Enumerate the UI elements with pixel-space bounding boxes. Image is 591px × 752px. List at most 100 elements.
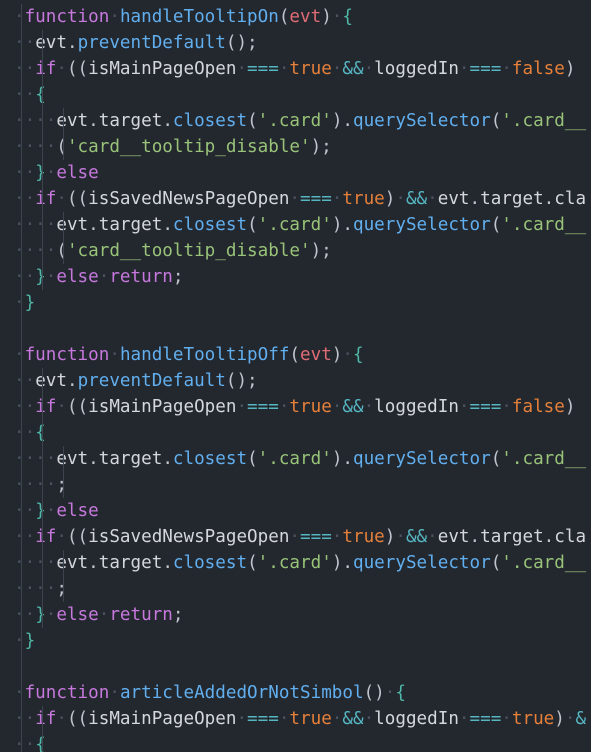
identifier-token: target (98, 111, 163, 131)
code-line[interactable] (0, 316, 591, 342)
indent-guide (42, 30, 43, 290)
code-line[interactable]: ··{ (0, 732, 591, 752)
keyword-token: else (56, 267, 99, 287)
punctuation-token: ( (56, 241, 67, 261)
code-line[interactable]: ····evt.target.closest('.card').querySel… (0, 108, 591, 134)
code-line[interactable]: ··}·else (0, 160, 591, 186)
code-line[interactable]: ·} (0, 628, 591, 654)
punctuation-token: ( (247, 553, 258, 573)
punctuation-token: (( (66, 59, 89, 79)
whitespace-token: · (278, 709, 290, 729)
identifier-token: target (98, 215, 163, 235)
code-line[interactable]: ··evt.preventDefault(); (0, 368, 591, 394)
parameter-token: evt (300, 345, 332, 365)
identifier-token: target (480, 527, 544, 547)
punctuation-token: ( (490, 215, 502, 235)
whitespace-token: · (14, 345, 25, 365)
brace-token: } (24, 631, 36, 651)
identifier-token: evt (56, 215, 89, 235)
whitespace-token: · (427, 527, 438, 547)
whitespace-token: · (14, 293, 25, 313)
punctuation-token: ( (490, 553, 502, 573)
punctuation-token: (( (66, 397, 89, 417)
code-line[interactable]: ·function·articleAddedOrNotSimbol()·{ (0, 680, 591, 706)
whitespace-token: ·· (14, 267, 36, 287)
code-line[interactable]: ··evt.preventDefault(); (0, 30, 591, 56)
punctuation-token: . (162, 553, 173, 573)
operator-token: & (575, 709, 587, 729)
code-line[interactable]: ····evt.target.closest('.card').querySel… (0, 446, 591, 472)
code-line[interactable]: ··{ (0, 420, 591, 446)
identifier-token: loggedIn (374, 397, 459, 417)
punctuation-token: ). (331, 553, 353, 573)
whitespace-token: · (56, 709, 67, 729)
keyword-token: else (56, 501, 99, 521)
string-token: '.card' (257, 553, 332, 573)
whitespace-token: · (331, 7, 343, 27)
identifier-token: target (480, 189, 544, 209)
punctuation-token: (); (225, 33, 258, 53)
identifier-token: evt (56, 449, 89, 469)
whitespace-token: ·· (14, 397, 36, 417)
punctuation-token: ; (56, 475, 67, 495)
code-line[interactable]: ····; (0, 472, 591, 498)
code-line[interactable]: ····('card__tooltip_disable'); (0, 238, 591, 264)
code-line[interactable]: ··if·((isMainPageOpen·===·true·&&·logged… (0, 56, 591, 82)
string-token: '.card__ (501, 553, 587, 573)
string-token: '.card' (257, 449, 332, 469)
code-line[interactable] (0, 654, 591, 680)
code-line[interactable]: ····('card__tooltip_disable'); (0, 134, 591, 160)
boolean-token: true (289, 397, 332, 417)
code-line[interactable]: ··}·else (0, 498, 591, 524)
punctuation-token: ). (331, 111, 353, 131)
brace-token: { (35, 85, 46, 105)
whitespace-token: · (384, 683, 396, 703)
whitespace-token: · (342, 345, 353, 365)
indent-guide (63, 212, 64, 264)
keyword-token: function (24, 345, 110, 365)
whitespace-token: · (395, 527, 406, 547)
whitespace-token: ·· (14, 59, 36, 79)
brace-token: } (24, 293, 36, 313)
code-editor[interactable]: ·function·handleTooltipOn(evt)·{··evt.pr… (0, 0, 591, 752)
whitespace-token: · (109, 345, 120, 365)
indent-guide (63, 550, 64, 602)
code-line[interactable]: ··if·((isSavedNewsPageOpen·===·true)·&&·… (0, 186, 591, 212)
brace-token: { (342, 7, 353, 27)
whitespace-token: · (331, 189, 343, 209)
punctuation-token: . (66, 371, 78, 391)
whitespace-token: · (236, 59, 248, 79)
punctuation-token: ). (331, 449, 353, 469)
code-line[interactable]: ··}·else·return; (0, 264, 591, 290)
whitespace-token: ·· (14, 33, 36, 53)
code-line[interactable]: ····evt.target.closest('.card').querySel… (0, 212, 591, 238)
code-line[interactable]: ·function·handleTooltipOff(evt)·{ (0, 342, 591, 368)
punctuation-token: ); (310, 241, 332, 261)
punctuation-token: . (469, 527, 481, 547)
code-line[interactable]: ··if·((isSavedNewsPageOpen·===·true)·&&·… (0, 524, 591, 550)
punctuation-token: ( (247, 111, 258, 131)
code-line[interactable]: ··if·((isMainPageOpen·===·true·&&·logged… (0, 706, 591, 732)
code-line[interactable]: ····; (0, 576, 591, 602)
code-line[interactable]: ··if·((isMainPageOpen·===·true·&&·logged… (0, 394, 591, 420)
whitespace-token: ·· (14, 501, 36, 521)
string-token: '.card' (257, 215, 332, 235)
whitespace-token: · (56, 397, 67, 417)
function-name-token: querySelector (353, 449, 491, 469)
code-line[interactable]: ··}·else·return; (0, 602, 591, 628)
punctuation-token: ) (554, 709, 565, 729)
whitespace-token: · (14, 7, 25, 27)
code-line[interactable]: ·} (0, 290, 591, 316)
code-line[interactable]: ····evt.target.closest('.card').querySel… (0, 550, 591, 576)
whitespace-token: · (14, 631, 25, 651)
punctuation-token: ( (247, 449, 258, 469)
code-line[interactable]: ·function·handleTooltipOn(evt)·{ (0, 4, 591, 30)
identifier-token: evt (35, 33, 67, 53)
brace-token: } (35, 501, 46, 521)
code-line[interactable]: ··{ (0, 82, 591, 108)
whitespace-token: · (458, 59, 470, 79)
punctuation-token: ; (56, 579, 67, 599)
boolean-token: false (511, 59, 565, 79)
whitespace-token: ·· (14, 85, 36, 105)
punctuation-token: . (162, 215, 173, 235)
